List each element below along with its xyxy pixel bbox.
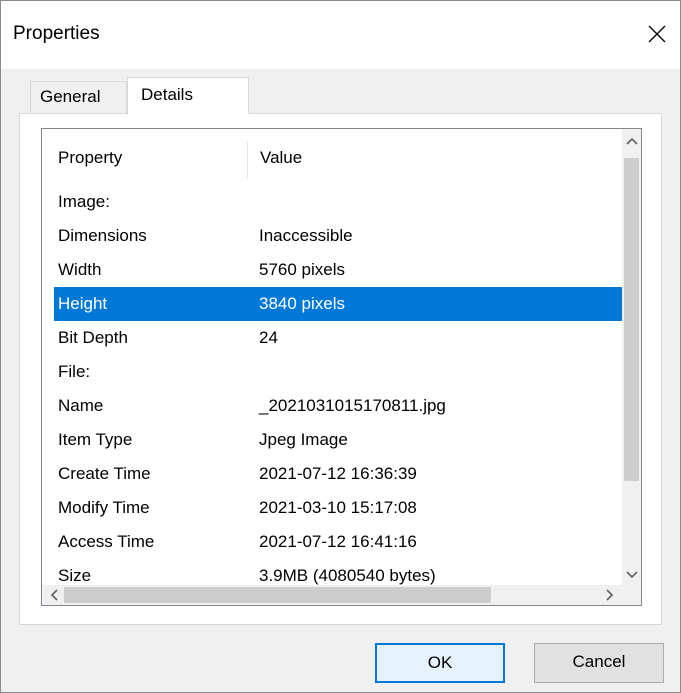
property-value: 3.9MB (4080540 bytes) [259, 566, 436, 585]
property-value: _2021031015170811.jpg [259, 396, 446, 415]
property-name: Access Time [58, 532, 155, 551]
dialog-title: Properties [13, 23, 100, 44]
vertical-scroll-thumb[interactable] [624, 158, 639, 481]
property-name: Image: [58, 192, 110, 211]
vertical-scrollbar[interactable] [622, 129, 641, 587]
list-item[interactable]: Item Type Jpeg Image [42, 423, 622, 457]
list-rows: Image: Dimensions Inaccessible Width 5760 … [42, 185, 622, 587]
tab-details[interactable]: Details [127, 77, 249, 114]
property-name: Width [58, 260, 102, 279]
property-name: Item Type [58, 430, 133, 449]
property-name: Create Time [58, 464, 151, 483]
property-value: 2021-07-12 16:41:16 [259, 532, 417, 551]
list-item[interactable]: Access Time 2021-07-12 16:41:16 [42, 525, 622, 559]
horizontal-scrollbar[interactable] [42, 585, 622, 605]
property-name: Bit Depth [58, 328, 128, 347]
list-item[interactable]: Modify Time 2021-03-10 15:17:08 [42, 491, 622, 525]
list-item[interactable]: Name _2021031015170811.jpg [42, 389, 622, 423]
close-button[interactable] [634, 11, 680, 57]
property-value: 24 [259, 328, 278, 347]
chevron-left-icon [50, 589, 58, 601]
column-header-value[interactable]: Value [260, 148, 302, 168]
properties-dialog: Properties General Details Property Valu… [0, 0, 681, 693]
tab-strip: General Details [30, 77, 630, 114]
chevron-down-icon [625, 571, 638, 579]
list-item[interactable]: Size 3.9MB (4080540 bytes) [42, 559, 622, 587]
scroll-up-button[interactable] [622, 131, 641, 151]
property-value: 3840 pixels [259, 294, 346, 313]
property-name: Dimensions [58, 226, 147, 245]
details-list[interactable]: Property Value Image: Dimensions Inaccess… [41, 128, 642, 606]
property-value: 2021-07-12 16:36:39 [259, 464, 417, 483]
list-header: Property Value [42, 129, 622, 185]
column-divider[interactable] [247, 141, 248, 179]
property-value: Jpeg Image [259, 430, 348, 449]
cancel-button[interactable]: Cancel [534, 643, 664, 683]
property-name: Modify Time [58, 498, 150, 517]
list-item[interactable]: Width 5760 pixels [42, 253, 622, 287]
list-item[interactable]: File: [42, 355, 622, 389]
list-item[interactable]: Create Time 2021-07-12 16:36:39 [42, 457, 622, 491]
list-item[interactable]: Bit Depth 24 [42, 321, 622, 355]
property-name: File: [58, 362, 91, 381]
close-icon [648, 25, 666, 43]
title-bar: Properties [1, 1, 680, 69]
property-name: Height [58, 294, 108, 313]
scroll-left-button[interactable] [44, 585, 64, 605]
scroll-right-button[interactable] [600, 585, 620, 605]
column-header-property[interactable]: Property [58, 148, 122, 168]
horizontal-scroll-thumb[interactable] [64, 587, 491, 603]
property-value: Inaccessible [259, 226, 353, 245]
chevron-up-icon [625, 137, 638, 145]
list-item-selected[interactable]: Height 3840 pixels [54, 287, 622, 321]
list-item[interactable]: Dimensions Inaccessible [42, 219, 622, 253]
property-name: Size [58, 566, 92, 585]
scrollbar-corner [622, 585, 641, 605]
details-panel: Property Value Image: Dimensions Inaccess… [19, 113, 662, 625]
tab-general[interactable]: General [30, 81, 127, 113]
property-value: 2021-03-10 15:17:08 [259, 498, 417, 517]
list-item[interactable]: Image: [42, 185, 622, 219]
chevron-right-icon [606, 589, 614, 601]
property-value: 5760 pixels [259, 260, 346, 279]
scroll-down-button[interactable] [622, 565, 641, 585]
ok-button[interactable]: OK [375, 643, 505, 683]
property-name: Name [58, 396, 104, 415]
